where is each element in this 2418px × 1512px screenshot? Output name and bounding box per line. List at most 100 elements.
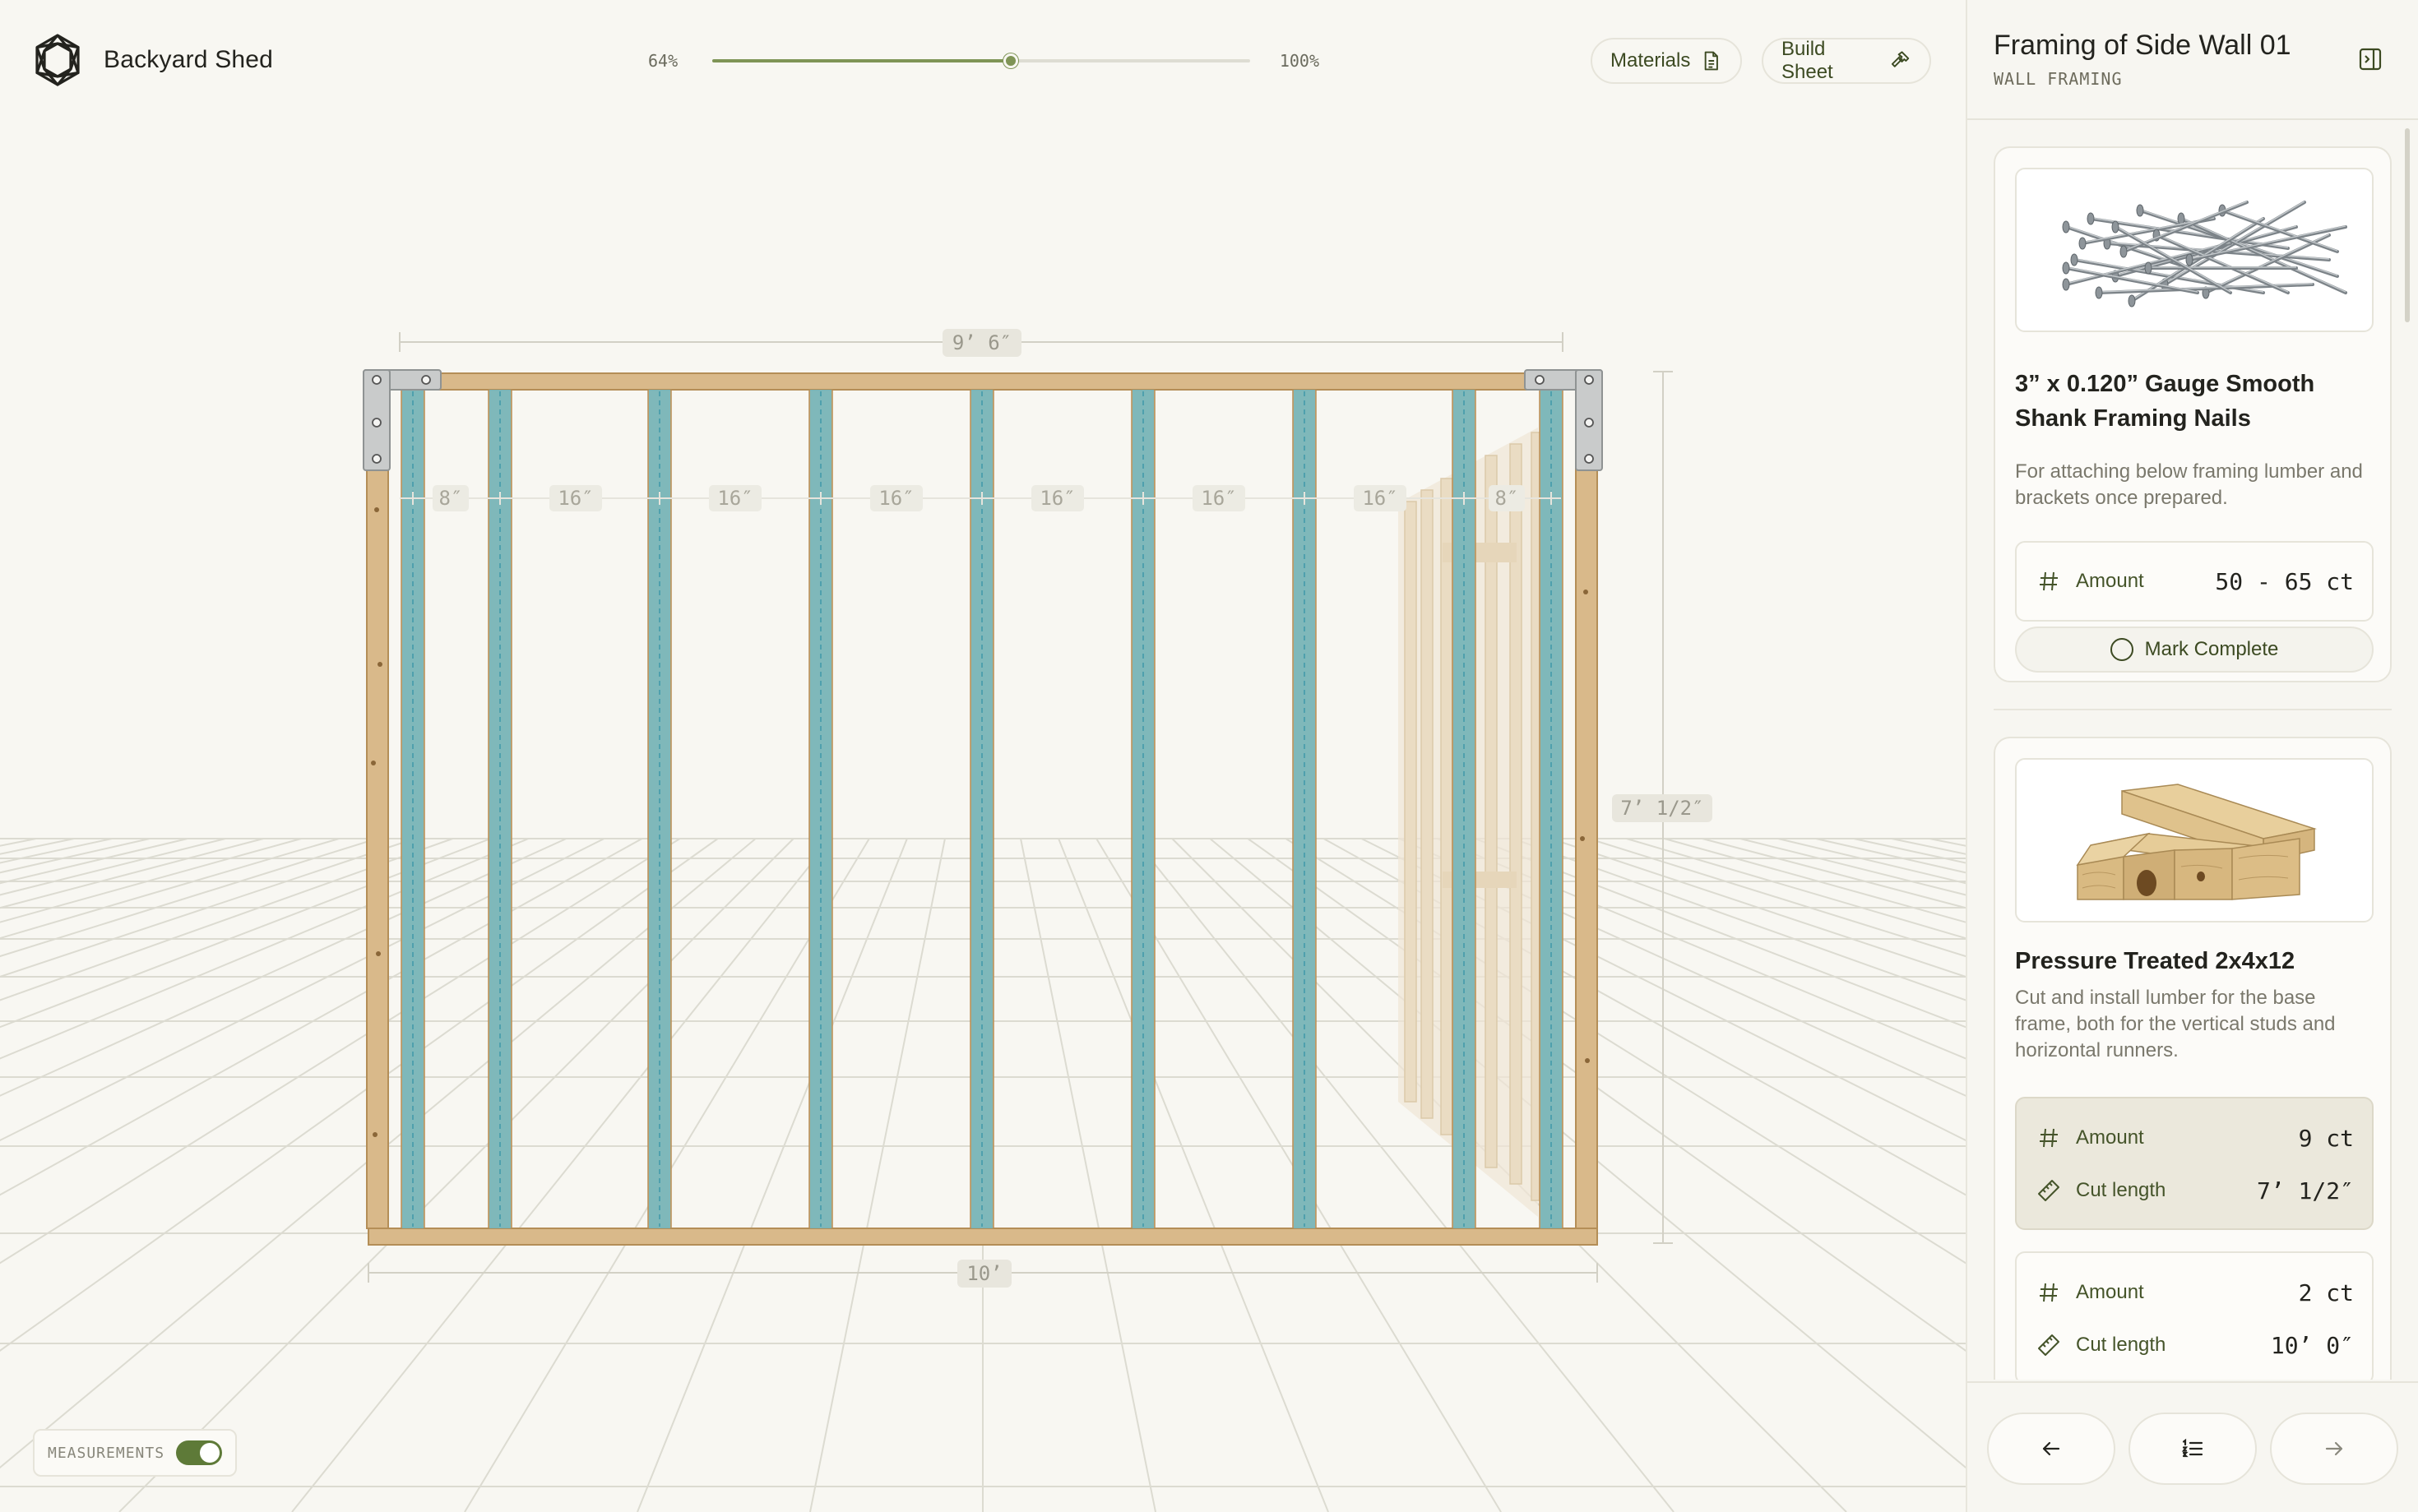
measurements-toggle-card[interactable]: MEASUREMENTS [33, 1429, 237, 1477]
wood-knot [374, 507, 379, 512]
spacing-label: 16″ [870, 485, 923, 511]
bracket-hole [421, 375, 431, 385]
previous-step-button[interactable] [1987, 1413, 2115, 1485]
step-category: WALL FRAMING [1994, 69, 2123, 89]
amount-row: Amount 50 - 65 ct [2017, 565, 2372, 598]
amount-label: Amount [2076, 570, 2144, 592]
bracket-hole [372, 418, 382, 428]
circle-check-icon [2110, 638, 2133, 661]
document-icon [1705, 51, 1719, 71]
build-sheet-button-label: Build Sheet [1781, 38, 1833, 83]
left-end-post [366, 389, 389, 1229]
panel-scrollbar[interactable] [2405, 128, 2410, 1362]
cut-group-active[interactable]: Amount 9 ct Cut length 7’ 1/2″ [2015, 1097, 2374, 1230]
arrow-left-icon [2042, 1441, 2060, 1456]
bottom-plate [368, 1228, 1598, 1246]
wood-knot [378, 662, 382, 667]
app-title: Backyard Shed [104, 46, 274, 73]
materials-list[interactable]: 3” x 0.120” Gauge Smooth Shank Framing N… [1967, 122, 2418, 1380]
top-width-label: 9’ 6″ [943, 329, 1021, 357]
nail-head [2095, 286, 2103, 299]
panel-header: Framing of Side Wall 01 WALL FRAMING [1967, 0, 2418, 120]
bracket-hole [372, 375, 382, 385]
wood-knot [1583, 590, 1588, 594]
amount-row: Amount 2 ct [2017, 1276, 2372, 1309]
wood-knot [371, 761, 376, 765]
spacing-label: 16″ [1354, 485, 1406, 511]
wood-knot [1585, 1058, 1590, 1063]
step-list-button[interactable] [2128, 1413, 2257, 1485]
material-name: 3” x 0.120” Gauge Smooth Shank Framing N… [2015, 371, 2315, 432]
nail-head [2078, 237, 2087, 250]
bracket-hole [372, 454, 382, 464]
top-plate [364, 372, 1603, 391]
step-navigation [1967, 1381, 2418, 1512]
zoom-fill [712, 59, 1011, 62]
measurements-toggle[interactable] [176, 1440, 222, 1465]
nail-head [2185, 253, 2193, 266]
amount-box: Amount 50 - 65 ct [2015, 541, 2374, 622]
wood-knot [373, 1132, 378, 1137]
spacing-label: 16″ [1031, 485, 1084, 511]
nail-head [2087, 212, 2095, 225]
step-details-panel: Framing of Side Wall 01 WALL FRAMING 3” … [1966, 0, 2418, 1512]
nail-head [2136, 204, 2144, 217]
spacing-label: 8″ [1489, 485, 1525, 511]
cut-length-label: Cut length [2076, 1179, 2166, 1201]
amount-row: Amount 9 ct [2017, 1121, 2372, 1154]
mark-complete-button[interactable]: Mark Complete [2015, 627, 2374, 673]
bracket-hole [1584, 454, 1594, 464]
lumber-stack-image [2076, 784, 2317, 900]
ruler-icon [2038, 1180, 2059, 1201]
nails-image [2015, 168, 2374, 332]
next-step-button[interactable] [2270, 1413, 2398, 1485]
hash-icon [2040, 1283, 2058, 1302]
sidebar-collapse-icon[interactable] [2357, 46, 2383, 72]
step-title: Framing of Side Wall 01 [1994, 30, 2291, 61]
bottom-width-label: 10’ [957, 1260, 1012, 1288]
zoom-max-label: 100% [1279, 51, 1319, 71]
ghost-stud [1440, 478, 1453, 1135]
zoom-slider[interactable]: 64% 100% [648, 46, 1319, 76]
app-header-logo[interactable]: Backyard Shed [31, 33, 273, 87]
hammer-icon [1891, 51, 1910, 67]
materials-button[interactable]: Materials [1591, 38, 1742, 84]
cut-length-value: 10’ 0″ [2270, 1331, 2354, 1359]
lumber-image [2015, 758, 2374, 922]
material-card-nails: 3” x 0.120” Gauge Smooth Shank Framing N… [1994, 146, 2392, 682]
arrow-right-icon [2325, 1441, 2343, 1456]
material-name: Pressure Treated 2x4x12 [2015, 948, 2295, 974]
spacing-label: 16″ [549, 485, 602, 511]
materials-button-label: Materials [1610, 49, 1691, 72]
zoom-min-label: 64% [648, 51, 679, 71]
material-description: Cut and install lumber for the base fram… [2015, 987, 2336, 1061]
bracket-hole [1535, 375, 1545, 385]
nail-head [2062, 220, 2070, 234]
scrollbar-thumb[interactable] [2405, 128, 2410, 322]
zoom-track[interactable] [712, 53, 1250, 68]
wood-knot [1580, 836, 1585, 841]
nails-pile-image [2062, 201, 2347, 307]
right-end-post [1575, 389, 1598, 1229]
card-divider [1994, 709, 2392, 710]
ghost-stud [1404, 501, 1417, 1103]
mark-complete-label: Mark Complete [2144, 638, 2279, 660]
cut-length-row: Cut length 7’ 1/2″ [2017, 1174, 2372, 1207]
cut-length-row: Cut length 10’ 0″ [2017, 1329, 2372, 1362]
toggle-knob [200, 1443, 220, 1463]
amount-value: 50 - 65 ct [2215, 567, 2354, 595]
cut-group[interactable]: Amount 2 ct Cut length 10’ 0″ [2015, 1251, 2374, 1380]
cut-length-value: 7’ 1/2″ [2256, 1177, 2354, 1205]
nail-head [2177, 212, 2185, 225]
geodesic-logo-icon [35, 34, 80, 86]
3d-viewport[interactable]: Backyard Shed 64% 100% Materials Build S… [0, 0, 1966, 1512]
amount-label: Amount [2076, 1126, 2144, 1149]
zoom-thumb[interactable] [1003, 53, 1018, 68]
amount-value: 2 ct [2298, 1278, 2354, 1306]
nail-head [2062, 261, 2070, 275]
bracket-hole [1584, 375, 1594, 385]
ruler-icon [2038, 1334, 2059, 1356]
build-sheet-button[interactable]: Build Sheet [1762, 38, 1931, 84]
height-label: 7’ 1/2″ [1612, 794, 1712, 822]
spacing-label: 8″ [433, 485, 469, 511]
